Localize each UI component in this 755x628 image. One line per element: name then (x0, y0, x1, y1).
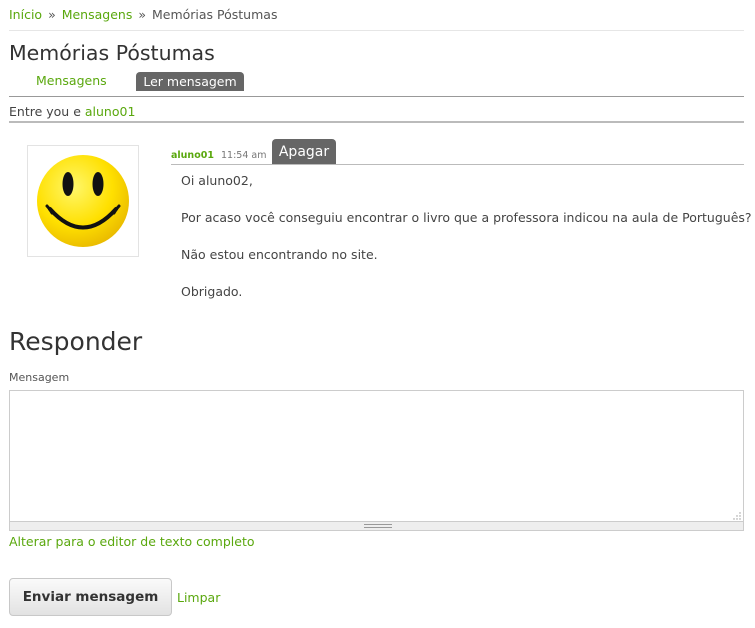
grip-lines-icon (364, 524, 392, 528)
message-author[interactable]: aluno01 (171, 150, 214, 161)
textarea-grippie[interactable] (9, 522, 744, 531)
message-paragraph: Obrigado. (181, 284, 243, 299)
message-time: 11:54 am (221, 150, 267, 161)
message-editor (9, 390, 744, 531)
smiley-face-icon (37, 155, 129, 247)
breadcrumb-home-link[interactable]: Início (9, 7, 42, 22)
conversation-user-link[interactable]: aluno01 (85, 104, 136, 119)
breadcrumb-messages-link[interactable]: Mensagens (62, 7, 133, 22)
tab-ler-mensagem[interactable]: Ler mensagem (136, 72, 244, 91)
message-paragraph: Não estou encontrando no site. (181, 247, 378, 262)
message-textarea[interactable] (9, 390, 744, 522)
conversation-participants: Entre you e aluno01 (9, 104, 135, 119)
header-divider (9, 30, 744, 31)
message-divider (171, 164, 744, 165)
message-paragraph: Por acaso você conseguiu encontrar o liv… (181, 210, 752, 225)
clear-link[interactable]: Limpar (177, 590, 220, 605)
send-message-button[interactable]: Enviar mensagem (9, 578, 172, 616)
tab-mensagens[interactable]: Mensagens (36, 73, 107, 88)
breadcrumb: Início » Mensagens » Memórias Póstumas (9, 7, 277, 22)
switch-editor-link[interactable]: Alterar para o editor de texto completo (9, 534, 255, 549)
reply-title: Responder (9, 327, 143, 356)
resize-handle-icon[interactable] (733, 512, 741, 520)
breadcrumb-current: Memórias Póstumas (151, 7, 278, 22)
breadcrumb-separator: » (138, 7, 146, 22)
conversation-prefix: Entre you e (9, 104, 81, 119)
delete-button[interactable]: Apagar (272, 139, 336, 165)
avatar (27, 145, 139, 257)
tabs-divider (9, 96, 744, 97)
page-title: Memórias Póstumas (9, 41, 215, 65)
breadcrumb-separator: » (48, 7, 56, 22)
conversation-divider (9, 121, 744, 123)
message-body: Oi aluno02, Por acaso você conseguiu enc… (181, 173, 752, 321)
message-paragraph: Oi aluno02, (181, 173, 253, 188)
message-field-label: Mensagem (9, 371, 70, 384)
